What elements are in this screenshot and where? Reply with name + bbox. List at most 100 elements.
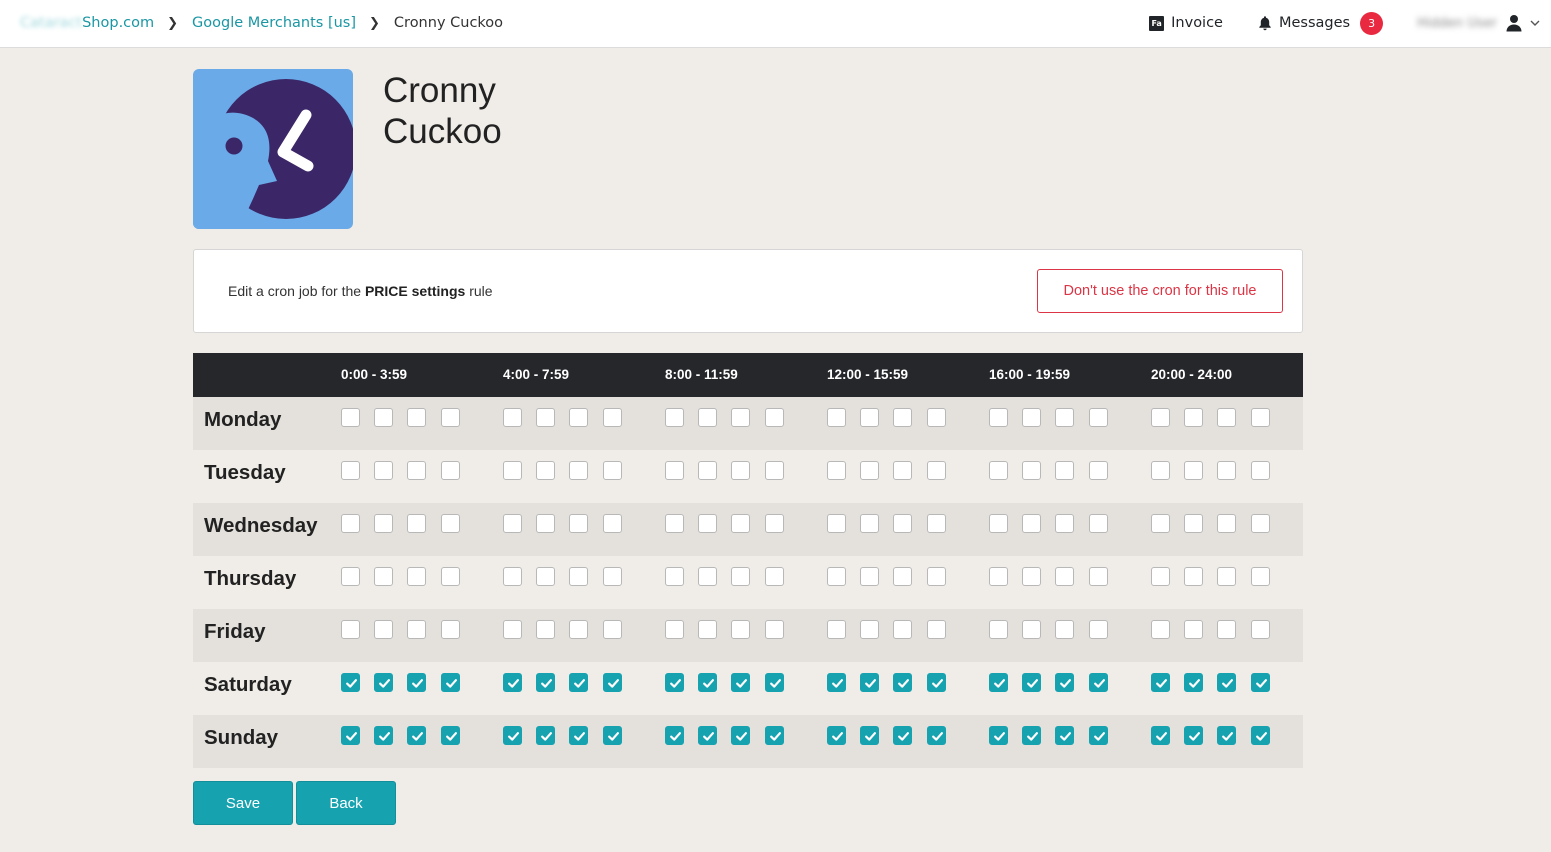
time-slot-checkbox[interactable]	[665, 567, 684, 586]
time-slot-checkbox[interactable]	[1217, 408, 1236, 427]
time-slot-checkbox[interactable]	[407, 514, 426, 533]
time-slot-checkbox[interactable]	[1089, 514, 1108, 533]
time-slot-checkbox[interactable]	[827, 408, 846, 427]
time-slot-checkbox[interactable]	[698, 461, 717, 480]
time-slot-checkbox[interactable]	[989, 726, 1008, 745]
time-slot-checkbox[interactable]	[341, 408, 360, 427]
time-slot-checkbox[interactable]	[1055, 514, 1074, 533]
time-slot-checkbox[interactable]	[1089, 461, 1108, 480]
time-slot-checkbox[interactable]	[1022, 514, 1041, 533]
time-slot-checkbox[interactable]	[665, 726, 684, 745]
time-slot-checkbox[interactable]	[341, 726, 360, 745]
time-slot-checkbox[interactable]	[407, 461, 426, 480]
time-slot-checkbox[interactable]	[1151, 408, 1170, 427]
time-slot-checkbox[interactable]	[1184, 726, 1203, 745]
time-slot-checkbox[interactable]	[1217, 514, 1236, 533]
time-slot-checkbox[interactable]	[860, 514, 879, 533]
time-slot-checkbox[interactable]	[860, 567, 879, 586]
time-slot-checkbox[interactable]	[569, 620, 588, 639]
time-slot-checkbox[interactable]	[603, 726, 622, 745]
time-slot-checkbox[interactable]	[731, 567, 750, 586]
time-slot-checkbox[interactable]	[503, 408, 522, 427]
time-slot-checkbox[interactable]	[893, 620, 912, 639]
time-slot-checkbox[interactable]	[698, 408, 717, 427]
time-slot-checkbox[interactable]	[1251, 673, 1270, 692]
time-slot-checkbox[interactable]	[441, 620, 460, 639]
time-slot-checkbox[interactable]	[407, 726, 426, 745]
time-slot-checkbox[interactable]	[827, 514, 846, 533]
time-slot-checkbox[interactable]	[536, 726, 555, 745]
time-slot-checkbox[interactable]	[1184, 620, 1203, 639]
time-slot-checkbox[interactable]	[536, 461, 555, 480]
time-slot-checkbox[interactable]	[893, 408, 912, 427]
save-button[interactable]: Save	[193, 781, 293, 825]
time-slot-checkbox[interactable]	[503, 461, 522, 480]
time-slot-checkbox[interactable]	[927, 620, 946, 639]
time-slot-checkbox[interactable]	[1089, 620, 1108, 639]
time-slot-checkbox[interactable]	[1089, 726, 1108, 745]
time-slot-checkbox[interactable]	[860, 673, 879, 692]
breadcrumb-shop-link[interactable]: CataractShop.com	[20, 15, 154, 31]
time-slot-checkbox[interactable]	[1089, 408, 1108, 427]
time-slot-checkbox[interactable]	[1251, 408, 1270, 427]
time-slot-checkbox[interactable]	[503, 726, 522, 745]
time-slot-checkbox[interactable]	[341, 620, 360, 639]
time-slot-checkbox[interactable]	[603, 567, 622, 586]
back-button[interactable]: Back	[296, 781, 396, 825]
time-slot-checkbox[interactable]	[341, 567, 360, 586]
time-slot-checkbox[interactable]	[927, 567, 946, 586]
time-slot-checkbox[interactable]	[1089, 567, 1108, 586]
time-slot-checkbox[interactable]	[1055, 567, 1074, 586]
time-slot-checkbox[interactable]	[765, 461, 784, 480]
time-slot-checkbox[interactable]	[374, 408, 393, 427]
time-slot-checkbox[interactable]	[860, 408, 879, 427]
time-slot-checkbox[interactable]	[536, 673, 555, 692]
time-slot-checkbox[interactable]	[1089, 673, 1108, 692]
breadcrumb-merchant-link[interactable]: Google Merchants [us]	[192, 15, 356, 31]
time-slot-checkbox[interactable]	[1251, 461, 1270, 480]
time-slot-checkbox[interactable]	[765, 620, 784, 639]
time-slot-checkbox[interactable]	[503, 514, 522, 533]
time-slot-checkbox[interactable]	[407, 620, 426, 639]
time-slot-checkbox[interactable]	[503, 673, 522, 692]
time-slot-checkbox[interactable]	[441, 514, 460, 533]
time-slot-checkbox[interactable]	[827, 567, 846, 586]
time-slot-checkbox[interactable]	[893, 461, 912, 480]
time-slot-checkbox[interactable]	[603, 461, 622, 480]
time-slot-checkbox[interactable]	[374, 673, 393, 692]
time-slot-checkbox[interactable]	[374, 514, 393, 533]
time-slot-checkbox[interactable]	[374, 567, 393, 586]
time-slot-checkbox[interactable]	[1151, 726, 1170, 745]
time-slot-checkbox[interactable]	[1055, 461, 1074, 480]
time-slot-checkbox[interactable]	[569, 408, 588, 427]
time-slot-checkbox[interactable]	[536, 408, 555, 427]
time-slot-checkbox[interactable]	[341, 514, 360, 533]
time-slot-checkbox[interactable]	[893, 514, 912, 533]
time-slot-checkbox[interactable]	[1184, 514, 1203, 533]
time-slot-checkbox[interactable]	[665, 620, 684, 639]
time-slot-checkbox[interactable]	[1151, 514, 1170, 533]
time-slot-checkbox[interactable]	[503, 620, 522, 639]
time-slot-checkbox[interactable]	[1151, 567, 1170, 586]
time-slot-checkbox[interactable]	[1217, 726, 1236, 745]
time-slot-checkbox[interactable]	[927, 514, 946, 533]
time-slot-checkbox[interactable]	[927, 461, 946, 480]
time-slot-checkbox[interactable]	[1184, 673, 1203, 692]
time-slot-checkbox[interactable]	[893, 567, 912, 586]
time-slot-checkbox[interactable]	[1022, 673, 1041, 692]
time-slot-checkbox[interactable]	[1022, 567, 1041, 586]
time-slot-checkbox[interactable]	[698, 673, 717, 692]
time-slot-checkbox[interactable]	[441, 726, 460, 745]
time-slot-checkbox[interactable]	[1022, 726, 1041, 745]
time-slot-checkbox[interactable]	[698, 726, 717, 745]
time-slot-checkbox[interactable]	[698, 514, 717, 533]
time-slot-checkbox[interactable]	[1055, 673, 1074, 692]
time-slot-checkbox[interactable]	[407, 567, 426, 586]
time-slot-checkbox[interactable]	[1151, 673, 1170, 692]
time-slot-checkbox[interactable]	[893, 726, 912, 745]
time-slot-checkbox[interactable]	[1251, 567, 1270, 586]
time-slot-checkbox[interactable]	[569, 514, 588, 533]
time-slot-checkbox[interactable]	[374, 461, 393, 480]
time-slot-checkbox[interactable]	[1251, 726, 1270, 745]
time-slot-checkbox[interactable]	[665, 673, 684, 692]
